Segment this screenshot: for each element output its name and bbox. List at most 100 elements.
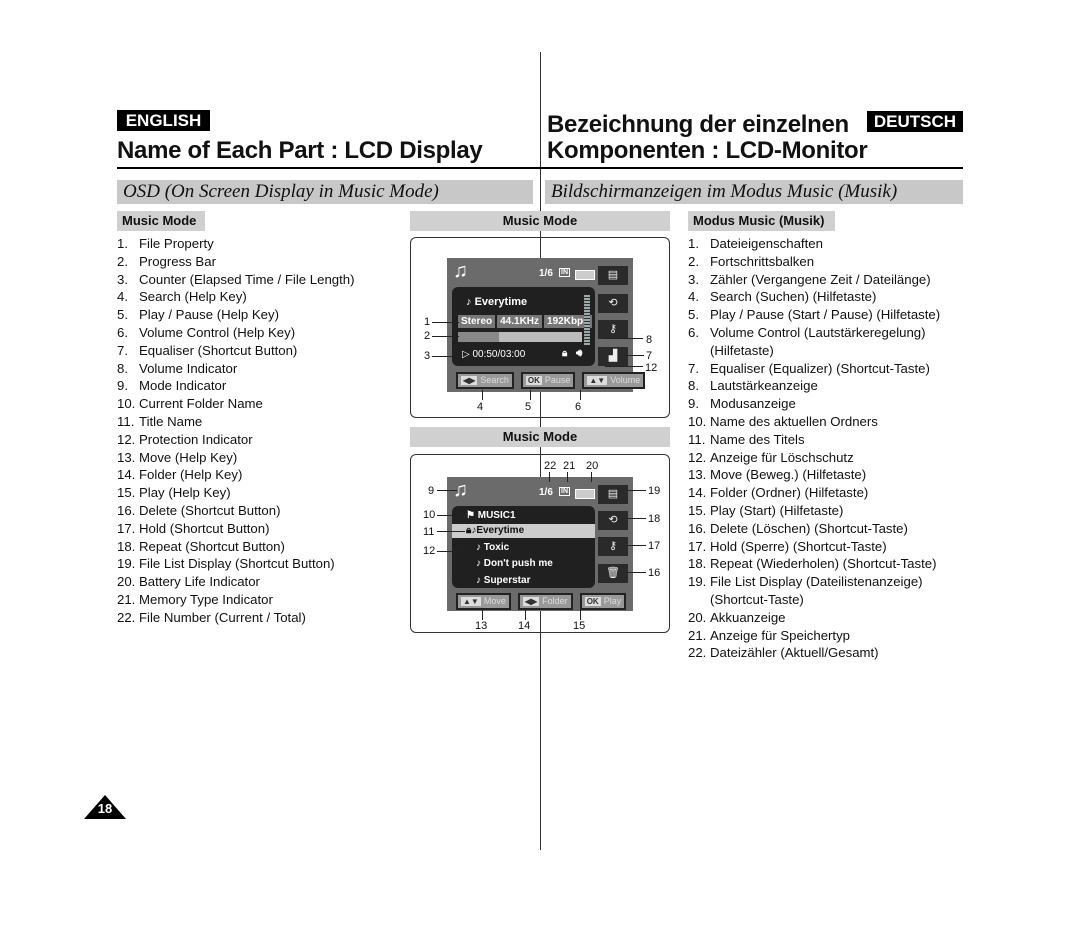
file-list-icon[interactable]: ▤ (598, 485, 628, 504)
file-number: 1/6 (539, 268, 553, 279)
callout-label: 2 (424, 330, 431, 342)
item-label: Play / Pause (Start / Pause) (Hilfetaste… (710, 307, 941, 323)
list-item: 18. Repeat (Shortcut Button) (117, 538, 355, 556)
section-bar-english: OSD (On Screen Display in Music Mode) (117, 180, 533, 204)
item-number: 8. (688, 378, 699, 394)
item-number: 10. (688, 413, 707, 429)
item-number: 19. (688, 574, 707, 590)
list-item: 8. Lautstärkeanzeige (688, 377, 940, 395)
list-item: 2. Progress Bar (117, 253, 355, 271)
list-item: 21. Memory Type Indicator (117, 591, 355, 609)
subhead-german: Modus Music (Musik) (688, 211, 835, 231)
key-label: Folder (542, 596, 568, 606)
list-item: 1. Dateieigenschaften (688, 235, 940, 253)
hold-icon[interactable]: ⚷ (598, 537, 628, 556)
item-label: Repeat (Shortcut Button) (139, 538, 285, 554)
hold-icon[interactable]: ⚷ (598, 320, 628, 339)
item-number: 2. (688, 253, 699, 269)
track-item[interactable]: ♪ Superstar (452, 574, 595, 588)
callout-label: 16 (648, 567, 661, 579)
item-label: File List Display (Shortcut Button) (139, 556, 335, 572)
help-key-play[interactable]: OK Play (579, 593, 627, 610)
help-key-volume[interactable]: ▲▼ Volume (582, 372, 646, 389)
memory-type-icon: IN (559, 268, 570, 277)
callout-line (530, 390, 531, 400)
callout-line (432, 322, 459, 323)
help-key-folder[interactable]: ◀▶ Folder (517, 593, 573, 610)
repeat-icon[interactable]: ⟲ (598, 511, 628, 530)
item-number: 1. (688, 236, 699, 251)
item-label: Volume Control (Help Key) (139, 324, 296, 340)
item-label: Memory Type Indicator (139, 591, 273, 607)
list-item: 11. Title Name (117, 413, 355, 431)
equaliser-icon[interactable]: ▟ (598, 347, 628, 366)
screen1-header: Music Mode (410, 211, 670, 231)
key-label: Volume (610, 375, 641, 385)
list-item: 9. Mode Indicator (117, 377, 355, 395)
callout-label: 19 (648, 485, 661, 497)
folder-name: ⚑ MUSIC1 (466, 510, 516, 521)
item-label: Move (Help Key) (139, 449, 238, 465)
item-label: Name des aktuellen Ordners (710, 413, 878, 429)
help-key-pause[interactable]: OK Pause (520, 372, 576, 389)
list-item: 19. File List Display (Shortcut Button) (117, 555, 355, 573)
item-number: 2. (117, 253, 128, 269)
item-label: Repeat (Wiederholen) (Shortcut-Taste) (710, 556, 937, 572)
callout-label: 9 (428, 485, 435, 497)
track-icon: ♪ (476, 558, 484, 569)
item-number: 4. (117, 289, 128, 305)
list-item: 17. Hold (Shortcut Button) (117, 520, 355, 538)
item-number: 14. (688, 485, 707, 501)
list-item: 20. Akkuanzeige (688, 609, 940, 627)
file-number: 1/6 (539, 487, 553, 498)
file-properties: Stereo 44.1KHz 192Kbps (458, 315, 592, 328)
help-key-move[interactable]: ▲▼ Move (456, 593, 511, 610)
item-label: Volume Indicator (139, 360, 238, 376)
list-item: 14. Folder (Help Key) (117, 466, 355, 484)
repeat-icon[interactable]: ⟲ (598, 294, 628, 313)
callout-line (482, 390, 483, 400)
english-badge: ENGLISH (117, 110, 210, 131)
item-number: 9. (688, 396, 699, 412)
key-glyph: ▲▼ (587, 376, 608, 385)
delete-icon[interactable]: 🗑︎ (598, 564, 628, 583)
item-label: Current Folder Name (139, 396, 263, 412)
list-item: 8. Volume Indicator (117, 360, 355, 378)
page-title-german-line2: Komponenten : LCD-Monitor (547, 137, 868, 164)
track-item[interactable]: ♪ Toxic (452, 541, 595, 555)
item-label: Akkuanzeige (710, 609, 786, 625)
item-label: Counter (Elapsed Time / File Length) (139, 271, 355, 287)
item-number: 22. (688, 645, 707, 661)
memory-type-icon: IN (559, 487, 570, 496)
item-number: 8. (117, 360, 128, 376)
list-item: 9. Modusanzeige (688, 395, 940, 413)
folder-name-text: MUSIC1 (477, 510, 516, 521)
item-label: Battery Life Indicator (139, 574, 260, 590)
callout-label: 10 (423, 509, 436, 521)
help-key-search[interactable]: ◀▶ Search (456, 372, 514, 389)
callout-line (437, 515, 465, 516)
item-label: (Shortcut-Taste) (710, 591, 804, 607)
item-number: 9. (117, 378, 128, 394)
deutsch-badge: DEUTSCH (867, 111, 963, 132)
callout-label: 15 (573, 620, 586, 632)
music-note-icon: ♫ (453, 260, 468, 282)
item-label: Anzeige für Löschschutz (710, 449, 854, 465)
progress-bar (458, 332, 582, 342)
callout-label: 18 (648, 513, 661, 525)
item-number: 3. (688, 271, 699, 287)
item-number: 15. (117, 485, 136, 501)
item-label: Equaliser (Shortcut Button) (139, 342, 298, 358)
track-item[interactable]: ♪ Don't push me (452, 557, 595, 571)
list-item: 15. Play (Help Key) (117, 484, 355, 502)
file-list-icon[interactable]: ▤ (598, 266, 628, 285)
track-list: 🔒︎♪Everytime ♪ Toxic ♪ Don't push me ♪ Supe… (452, 524, 595, 590)
key-glyph: ▲▼ (461, 597, 481, 606)
item-label: File Number (Current / Total) (139, 609, 306, 625)
key-label: Pause (544, 375, 571, 385)
key-glyph: ◀▶ (461, 376, 478, 385)
item-number: 15. (688, 502, 707, 518)
callout-line (605, 366, 643, 367)
track-item[interactable]: 🔒︎♪Everytime (452, 524, 595, 538)
callout-label: 21 (563, 460, 576, 472)
